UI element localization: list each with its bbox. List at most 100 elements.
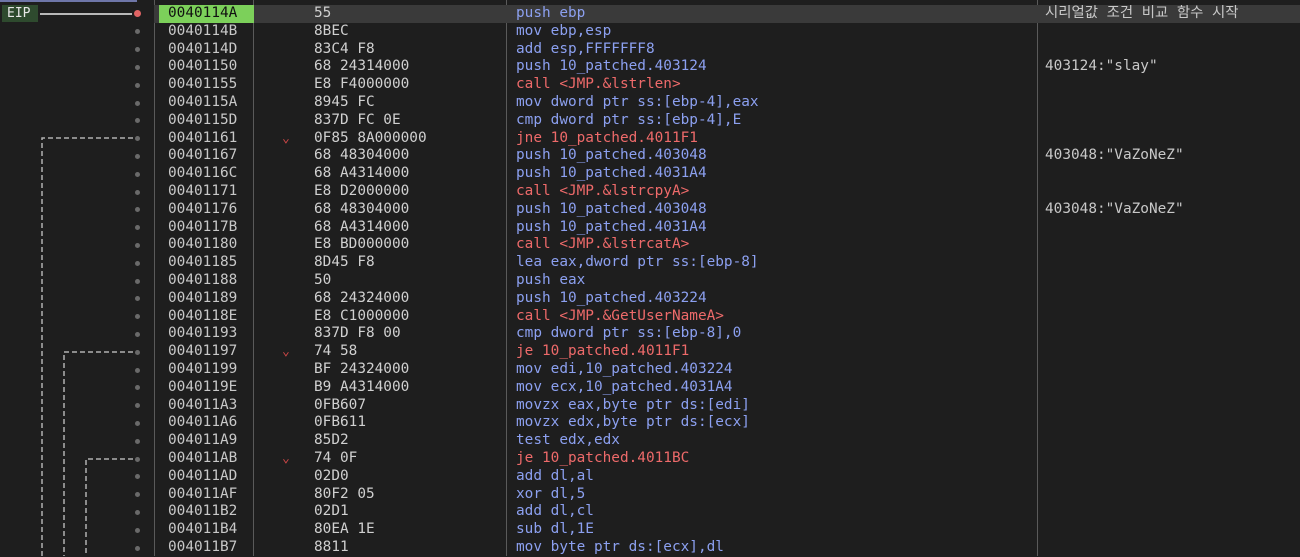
instruction-row[interactable]: 00401189 68 24324000 push 10_patched.40322…: [154, 290, 1300, 308]
instruction-row[interactable]: 004011B2 02D1 add dl,cl: [154, 503, 1300, 521]
instruction-address[interactable]: 004011A6: [168, 414, 237, 432]
instruction-address[interactable]: 0040115A: [168, 94, 237, 112]
instruction-address[interactable]: 004011AB: [168, 450, 237, 468]
instruction-row[interactable]: 00401185 8D45 F8 lea eax,dword ptr ss:[ebp…: [154, 254, 1300, 272]
instruction-address[interactable]: 004011A3: [168, 397, 237, 415]
instruction-address[interactable]: 004011AF: [168, 486, 237, 504]
instruction-address[interactable]: 004011A9: [168, 432, 237, 450]
instruction-text[interactable]: sub dl,1E: [516, 521, 594, 539]
instruction-row[interactable]: 00401167 68 48304000 push 10_patched.40304…: [154, 147, 1300, 165]
instruction-text[interactable]: movzx edx,byte ptr ds:[ecx]: [516, 414, 750, 432]
instruction-text[interactable]: push 10_patched.4031A4: [516, 219, 707, 237]
instruction-address[interactable]: 004011AD: [168, 468, 237, 486]
instruction-row[interactable]: 00401171 E8 D2000000 call <JMP.&lstrcpyA>: [154, 183, 1300, 201]
instruction-address[interactable]: 004011B2: [168, 503, 237, 521]
instruction-text[interactable]: movzx eax,byte ptr ds:[edi]: [516, 397, 750, 415]
instruction-row[interactable]: 0040115D 837D FC 0E cmp dword ptr ss:[ebp-…: [154, 112, 1300, 130]
instruction-text[interactable]: push 10_patched.403048: [516, 147, 707, 165]
instruction-address[interactable]: 00401188: [168, 272, 237, 290]
instruction-bytes: 837D F8 00: [314, 325, 401, 342]
instruction-text[interactable]: mov ebp,esp: [516, 23, 611, 41]
instruction-text[interactable]: call <JMP.&lstrcpyA>: [516, 183, 689, 201]
instruction-address[interactable]: 0040118E: [168, 308, 237, 326]
instruction-address[interactable]: 0040114B: [168, 23, 237, 41]
instruction-row[interactable]: 004011A3 0FB607 movzx eax,byte ptr ds:[edi…: [154, 397, 1300, 415]
instruction-address[interactable]: 00401150: [168, 58, 237, 76]
instruction-address[interactable]: 0040117B: [168, 219, 237, 237]
instruction-text[interactable]: jne 10_patched.4011F1: [516, 130, 698, 148]
instruction-text[interactable]: push 10_patched.4031A4: [516, 165, 707, 183]
instruction-row[interactable]: 0040119E B9 A4314000 mov ecx,10_patched.40…: [154, 379, 1300, 397]
instruction-row[interactable]: 004011AF 80F2 05 xor dl,5: [154, 486, 1300, 504]
instruction-row[interactable]: 0040114D 83C4 F8 add esp,FFFFFFF8: [154, 41, 1300, 59]
instruction-row[interactable]: 004011A9 85D2 test edx,edx: [154, 432, 1300, 450]
instruction-address[interactable]: 00401197: [168, 343, 237, 361]
instruction-address[interactable]: 00401199: [168, 361, 237, 379]
instruction-text[interactable]: lea eax,dword ptr ss:[ebp-8]: [516, 254, 759, 272]
instruction-row[interactable]: 00401199 BF 24324000 mov edi,10_patched.40…: [154, 361, 1300, 379]
instruction-text[interactable]: call <JMP.&lstrcatA>: [516, 236, 689, 254]
instruction-row[interactable]: 004011AB ⌄ 74 0F je 10_patched.4011BC: [154, 450, 1300, 468]
instruction-text[interactable]: push 10_patched.403124: [516, 58, 707, 76]
instruction-text[interactable]: add dl,cl: [516, 503, 594, 521]
instruction-row[interactable]: 00401150 68 24314000 push 10_patched.40312…: [154, 58, 1300, 76]
instruction-bytes: 8BEC: [314, 22, 349, 39]
instruction-text[interactable]: mov edi,10_patched.403224: [516, 361, 733, 379]
instruction-row[interactable]: 0040114A 55 push ebp 시리얼값 조건 비교 함수 시작: [154, 5, 1300, 23]
instruction-row[interactable]: 004011A6 0FB611 movzx edx,byte ptr ds:[ecx…: [154, 414, 1300, 432]
instruction-text[interactable]: xor dl,5: [516, 486, 585, 504]
instruction-row[interactable]: 004011B4 80EA 1E sub dl,1E: [154, 521, 1300, 539]
instruction-text[interactable]: cmp dword ptr ss:[ebp-8],0: [516, 325, 741, 343]
instruction-address[interactable]: 00401155: [168, 76, 237, 94]
instruction-text[interactable]: push ebp: [516, 5, 585, 23]
instruction-text[interactable]: mov ecx,10_patched.4031A4: [516, 379, 733, 397]
instruction-text[interactable]: call <JMP.&lstrlen>: [516, 76, 681, 94]
instruction-address[interactable]: 004011B4: [168, 521, 237, 539]
instruction-text[interactable]: add esp,FFFFFFF8: [516, 41, 655, 59]
instruction-row[interactable]: 00401176 68 48304000 push 10_patched.40304…: [154, 201, 1300, 219]
instruction-row[interactable]: 00401161 ⌄ 0F85 8A000000 jne 10_patched.401…: [154, 130, 1300, 148]
instruction-address[interactable]: 00401193: [168, 325, 237, 343]
instruction-address[interactable]: 00401171: [168, 183, 237, 201]
instruction-text[interactable]: mov byte ptr ds:[ecx],dl: [516, 539, 724, 557]
instruction-text[interactable]: je 10_patched.4011BC: [516, 450, 689, 468]
instruction-address[interactable]: 00401189: [168, 290, 237, 308]
instruction-text[interactable]: test edx,edx: [516, 432, 620, 450]
instruction-address[interactable]: 0040116C: [168, 165, 237, 183]
instruction-bytes: 68 48304000: [314, 200, 410, 217]
instruction-address[interactable]: 0040119E: [168, 379, 237, 397]
instruction-bytes: 0F85 8A000000: [314, 129, 427, 146]
instruction-address[interactable]: 0040114D: [168, 41, 237, 59]
instruction-address[interactable]: 00401176: [168, 201, 237, 219]
instruction-text[interactable]: je 10_patched.4011F1: [516, 343, 689, 361]
instruction-text[interactable]: call <JMP.&GetUserNameA>: [516, 308, 724, 326]
instruction-row[interactable]: 0040115A 8945 FC mov dword ptr ss:[ebp-4],…: [154, 94, 1300, 112]
instruction-row[interactable]: 00401155 E8 F4000000 call <JMP.&lstrlen>: [154, 76, 1300, 94]
instruction-text[interactable]: mov dword ptr ss:[ebp-4],eax: [516, 94, 759, 112]
disassembly-view[interactable]: EIP 0040114A 55 push ebp 시리얼값 조건 비교 함수 시작 00…: [0, 0, 1300, 556]
instruction-text[interactable]: push 10_patched.403048: [516, 201, 707, 219]
instruction-row[interactable]: 00401180 E8 BD000000 call <JMP.&lstrcatA>: [154, 236, 1300, 254]
instruction-text[interactable]: add dl,al: [516, 468, 594, 486]
instruction-address[interactable]: 0040114A: [159, 5, 254, 23]
instruction-address[interactable]: 004011B7: [168, 539, 237, 557]
instruction-text[interactable]: cmp dword ptr ss:[ebp-4],E: [516, 112, 741, 130]
instruction-address[interactable]: 00401161: [168, 130, 237, 148]
instruction-row[interactable]: 0040117B 68 A4314000 push 10_patched.4031A…: [154, 219, 1300, 237]
instruction-text[interactable]: push eax: [516, 272, 585, 290]
instruction-comment: 시리얼값 조건 비교 함수 시작: [1045, 5, 1239, 21]
instruction-row[interactable]: 00401188 50 push eax: [154, 272, 1300, 290]
instruction-row[interactable]: 0040118E E8 C1000000 call <JMP.&GetUserNam…: [154, 308, 1300, 326]
instruction-address[interactable]: 00401167: [168, 147, 237, 165]
instruction-address[interactable]: 0040115D: [168, 112, 237, 130]
instruction-row[interactable]: 0040114B 8BEC mov ebp,esp: [154, 23, 1300, 41]
instruction-address[interactable]: 00401185: [168, 254, 237, 272]
instruction-row[interactable]: 0040116C 68 A4314000 push 10_patched.4031A…: [154, 165, 1300, 183]
instruction-row[interactable]: 004011AD 02D0 add dl,al: [154, 468, 1300, 486]
instruction-row[interactable]: 004011B7 8811 mov byte ptr ds:[ecx],dl: [154, 539, 1300, 557]
instruction-row[interactable]: 00401193 837D F8 00 cmp dword ptr ss:[ebp-…: [154, 325, 1300, 343]
jump-arrow-icon: ⌄: [282, 451, 290, 466]
instruction-row[interactable]: 00401197 ⌄ 74 58 je 10_patched.4011F1: [154, 343, 1300, 361]
instruction-address[interactable]: 00401180: [168, 236, 237, 254]
instruction-text[interactable]: push 10_patched.403224: [516, 290, 707, 308]
